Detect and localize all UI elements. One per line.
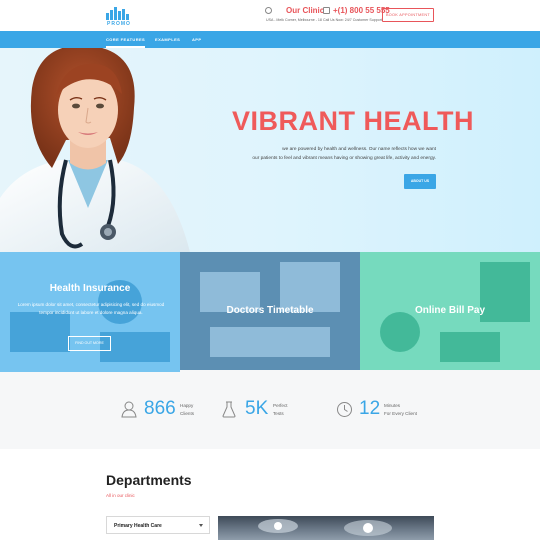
hero-subtitle: we are powered by health and wellness. O…	[236, 145, 436, 163]
department-selected: Primary Health Care	[114, 523, 162, 529]
doctor-photo	[0, 48, 190, 252]
stat-label-line1: Happy	[180, 403, 194, 408]
surgery-light-image	[258, 519, 392, 536]
clinic-address-wrap: USA - Melk Corner, Melbourne - 18	[266, 18, 322, 22]
phone-note: Call Us Now: 24/7 Customer Support	[323, 18, 382, 22]
stat-number: 5K	[245, 398, 269, 419]
clinic-address: USA - Melk Corner, Melbourne - 18	[266, 18, 322, 22]
stat-label-line2: For Every Client	[384, 410, 417, 416]
stat-number: 12	[359, 398, 381, 419]
hero-section: VIBRANT HEALTH we are powered by health …	[0, 48, 540, 252]
nav-examples[interactable]: EXAMPLES	[155, 31, 180, 48]
stat-label-line2: Clients	[180, 410, 195, 416]
hero-subtitle-line2: our patients to feel and vibrant means h…	[252, 156, 436, 161]
department-dropdown[interactable]: Primary Health Care	[106, 516, 210, 534]
clinic-title: Our Clinic	[286, 6, 325, 15]
stat-label: Perfect Tests	[273, 402, 288, 417]
online-bill-pay-panel[interactable]: Online Bill Pay	[360, 252, 540, 370]
department-photo	[218, 516, 434, 540]
phone-note-wrap: Call Us Now: 24/7 Customer Support	[323, 18, 382, 22]
logo-icon	[106, 6, 132, 20]
find-out-more-button[interactable]: FIND OUT MORE	[68, 336, 111, 351]
stat-label-line2: Tests	[273, 410, 284, 416]
clock-icon	[337, 402, 352, 417]
doctors-timetable-panel[interactable]: Doctors Timetable	[180, 252, 360, 370]
logo-text: PROMO	[107, 21, 131, 27]
stat-label: Minutes For Every Client	[384, 402, 417, 417]
departments-title: Departments	[106, 472, 192, 488]
phone-icon	[323, 7, 330, 14]
stat-label-line1: Perfect	[273, 403, 288, 408]
logo[interactable]: PROMO	[106, 6, 146, 28]
stat-label-line1: Minutes	[384, 403, 401, 408]
panel-text: Lorem ipsum dolor sit amet, consectetur …	[17, 302, 165, 315]
health-insurance-panel[interactable]: Health Insurance Lorem ipsum dolor sit a…	[0, 252, 180, 372]
main-nav: CORE FEATURES EXAMPLES APP	[0, 31, 540, 48]
panel-title: Doctors Timetable	[226, 305, 314, 316]
panel-title: Online Bill Pay	[414, 305, 486, 316]
flask-icon	[222, 401, 236, 418]
nav-core-features[interactable]: CORE FEATURES	[106, 31, 146, 48]
book-appointment-button[interactable]: BOOK APPOINTMENT	[382, 8, 434, 22]
nav-app[interactable]: APP	[192, 31, 201, 48]
hero-subtitle-line1: we are powered by health and wellness. O…	[282, 147, 436, 152]
departments-subtitle: All in our clinic	[106, 493, 135, 498]
chevron-down-icon	[199, 524, 203, 527]
stat-number: 866	[144, 398, 176, 419]
panel-title: Health Insurance	[49, 283, 131, 294]
top-header: PROMO Our Clinic USA - Melk Corner, Melb…	[0, 0, 540, 31]
clinic-contact: Our Clinic	[286, 6, 324, 15]
hero-title: VIBRANT HEALTH	[232, 106, 474, 136]
user-icon	[121, 401, 137, 418]
stat-label: Happy Clients	[180, 402, 194, 417]
globe-icon	[265, 7, 272, 14]
about-us-button[interactable]: ABOUT US	[404, 174, 436, 189]
stats-section: 866 Happy Clients 5K Perfect Tests 12 Mi…	[0, 370, 540, 449]
